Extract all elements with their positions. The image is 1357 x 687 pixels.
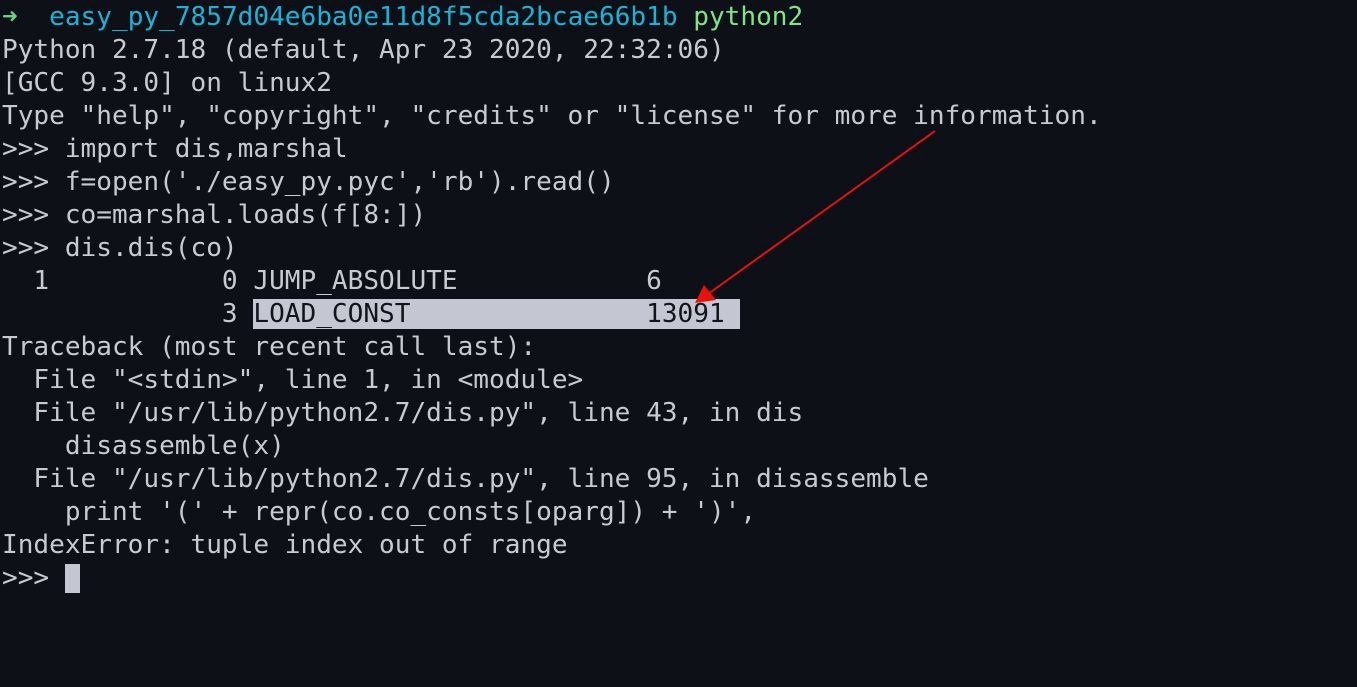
annotation-arrow-icon bbox=[695, 130, 936, 303]
